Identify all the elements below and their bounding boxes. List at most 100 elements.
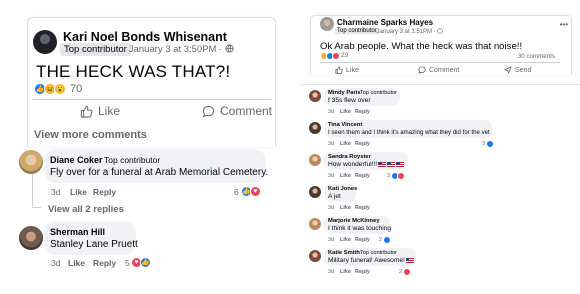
- comment-reply-button[interactable]: Reply: [355, 269, 370, 275]
- us-flag-icon: [396, 161, 405, 167]
- divider: [320, 62, 560, 63]
- post-meta: · January 3 at 3:50PM ·: [123, 44, 234, 55]
- comment-like-button[interactable]: Like: [70, 187, 87, 197]
- thumbs-up-icon: [80, 105, 93, 118]
- commenter-name[interactable]: Marjorie McKinney: [328, 218, 380, 224]
- reaction-count[interactable]: 29: [341, 52, 348, 59]
- commenter-name[interactable]: Katie Smith: [328, 250, 360, 256]
- love-reaction-icon: ♥: [250, 186, 261, 197]
- comment-time[interactable]: 3d: [328, 141, 334, 147]
- comment-text: I seen them and I think it's amazing wha…: [328, 129, 490, 136]
- comment-button[interactable]: Comment: [202, 104, 272, 118]
- comment-like-button[interactable]: Like: [340, 109, 351, 115]
- comment-time[interactable]: 3d: [328, 109, 334, 115]
- comment-reply-button[interactable]: Reply: [355, 237, 370, 243]
- commenter-avatar[interactable]: [309, 218, 321, 230]
- comment-reply-button[interactable]: Reply: [355, 109, 370, 115]
- author-avatar[interactable]: [320, 17, 334, 31]
- comment-button[interactable]: Comment: [418, 66, 459, 74]
- commenter-avatar[interactable]: [309, 186, 321, 198]
- commenter-avatar[interactable]: [309, 90, 321, 102]
- post-timestamp[interactable]: · January 3 at 3:51PM ·: [373, 29, 436, 35]
- comment-reply-button[interactable]: Reply: [355, 141, 370, 147]
- comment-reply-button[interactable]: Reply: [355, 205, 370, 211]
- comment-reaction-count[interactable]: 2: [379, 237, 382, 243]
- divider: [300, 84, 580, 85]
- comment-time[interactable]: 3d: [328, 173, 334, 179]
- us-flag-icon: [378, 161, 387, 167]
- comment-like-button[interactable]: Like: [68, 258, 85, 268]
- comment-like-button[interactable]: Like: [340, 237, 351, 243]
- comment-reply-button[interactable]: Reply: [93, 258, 116, 268]
- commenter-avatar[interactable]: [309, 250, 321, 262]
- comment-reaction-count[interactable]: 3: [387, 173, 390, 179]
- comment-text: Stanley Lane Pruett: [50, 239, 138, 250]
- thumbs-up-icon: [335, 66, 343, 74]
- send-button[interactable]: Send: [504, 66, 531, 74]
- comment-text: I think it was touching: [328, 225, 392, 232]
- divider: [33, 99, 271, 100]
- comment-reaction-count[interactable]: 5: [125, 258, 130, 268]
- comment-like-button[interactable]: Like: [340, 205, 351, 211]
- commenter-name[interactable]: Tina Vincent: [328, 122, 362, 128]
- send-label: Send: [515, 66, 532, 74]
- top-contributor-badge: Top contributor: [104, 155, 161, 165]
- top-contributor-badge: Top contributor: [60, 43, 131, 56]
- commenter-avatar[interactable]: [19, 150, 43, 174]
- like-button[interactable]: Like: [80, 104, 120, 118]
- like-reaction-icon: [486, 140, 494, 148]
- commenter-name[interactable]: Diane Coker: [50, 155, 103, 165]
- view-replies-link[interactable]: View all 2 replies: [48, 204, 124, 215]
- like-button[interactable]: Like: [335, 66, 359, 74]
- comment-icon: [418, 66, 426, 74]
- commenter-name[interactable]: Sherman Hill: [50, 227, 105, 237]
- view-more-comments-link[interactable]: View more comments: [34, 129, 147, 141]
- post-author[interactable]: Charmaine Sparks Hayes: [337, 18, 433, 27]
- comments-count[interactable]: 30 comments: [518, 53, 555, 60]
- globe-icon: [437, 28, 444, 34]
- comment-time[interactable]: 3d: [328, 237, 334, 243]
- more-options-icon[interactable]: •••: [560, 20, 568, 29]
- comment-text: A jet: [328, 193, 341, 200]
- wow-reaction-icon: 😮: [54, 83, 66, 95]
- comment-label: Comment: [429, 66, 460, 74]
- post-text: THE HECK WAS THAT?!: [36, 62, 231, 81]
- comment-time[interactable]: 3d: [328, 269, 334, 275]
- comment-like-button[interactable]: Like: [340, 141, 351, 147]
- commenter-name[interactable]: Kati Jones: [328, 186, 357, 192]
- like-reaction-icon: [383, 236, 391, 244]
- comment-text: Military funeral! Awesome!: [328, 257, 414, 264]
- commenter-avatar[interactable]: [309, 122, 321, 134]
- comment-time[interactable]: 3d: [51, 187, 60, 197]
- commenter-name[interactable]: Mindy Paris: [328, 90, 361, 96]
- reaction-count[interactable]: 70: [70, 83, 82, 95]
- commenter-avatar[interactable]: [19, 226, 43, 250]
- post-timestamp[interactable]: · January 3 at 3:50PM ·: [123, 44, 222, 55]
- comment-time[interactable]: 3d: [328, 205, 334, 211]
- comment-text-content: How wonderful!!!: [328, 161, 378, 168]
- right-screenshot: Charmaine Sparks Hayes Top contributor ·…: [300, 0, 580, 294]
- comment-like-button[interactable]: Like: [340, 173, 351, 179]
- comment-reply-button[interactable]: Reply: [93, 187, 116, 197]
- comment-reaction-count[interactable]: 3: [482, 141, 485, 147]
- post-text: Ok Arab people. What the heck was that n…: [320, 41, 523, 52]
- comment-like-button[interactable]: Like: [340, 269, 351, 275]
- comment-text-content: Military funeral! Awesome!: [328, 257, 405, 264]
- post-meta: · January 3 at 3:51PM ·: [373, 28, 444, 35]
- love-reaction-icon: [403, 268, 411, 276]
- author-avatar[interactable]: [33, 30, 57, 54]
- comment-time[interactable]: 3d: [51, 258, 60, 268]
- top-contributor-badge: Top contributor: [360, 250, 398, 256]
- thread-line: [32, 172, 33, 208]
- us-flag-icon: [387, 161, 396, 167]
- left-screenshot: Kari Noel Bonds Whisenant Top contributo…: [0, 0, 288, 294]
- comment-text: Fly over for a funeral at Arab Memorial …: [50, 167, 269, 178]
- commenter-name[interactable]: Sandra Royster: [328, 154, 371, 160]
- comment-reply-button[interactable]: Reply: [355, 173, 370, 179]
- comment-reaction-count[interactable]: 2: [399, 269, 402, 275]
- comment-reaction-count[interactable]: 6: [234, 187, 239, 197]
- post-author[interactable]: Kari Noel Bonds Whisenant: [63, 30, 227, 44]
- like-label: Like: [98, 104, 121, 118]
- commenter-avatar[interactable]: [309, 154, 321, 166]
- love-reaction-icon: [332, 52, 340, 60]
